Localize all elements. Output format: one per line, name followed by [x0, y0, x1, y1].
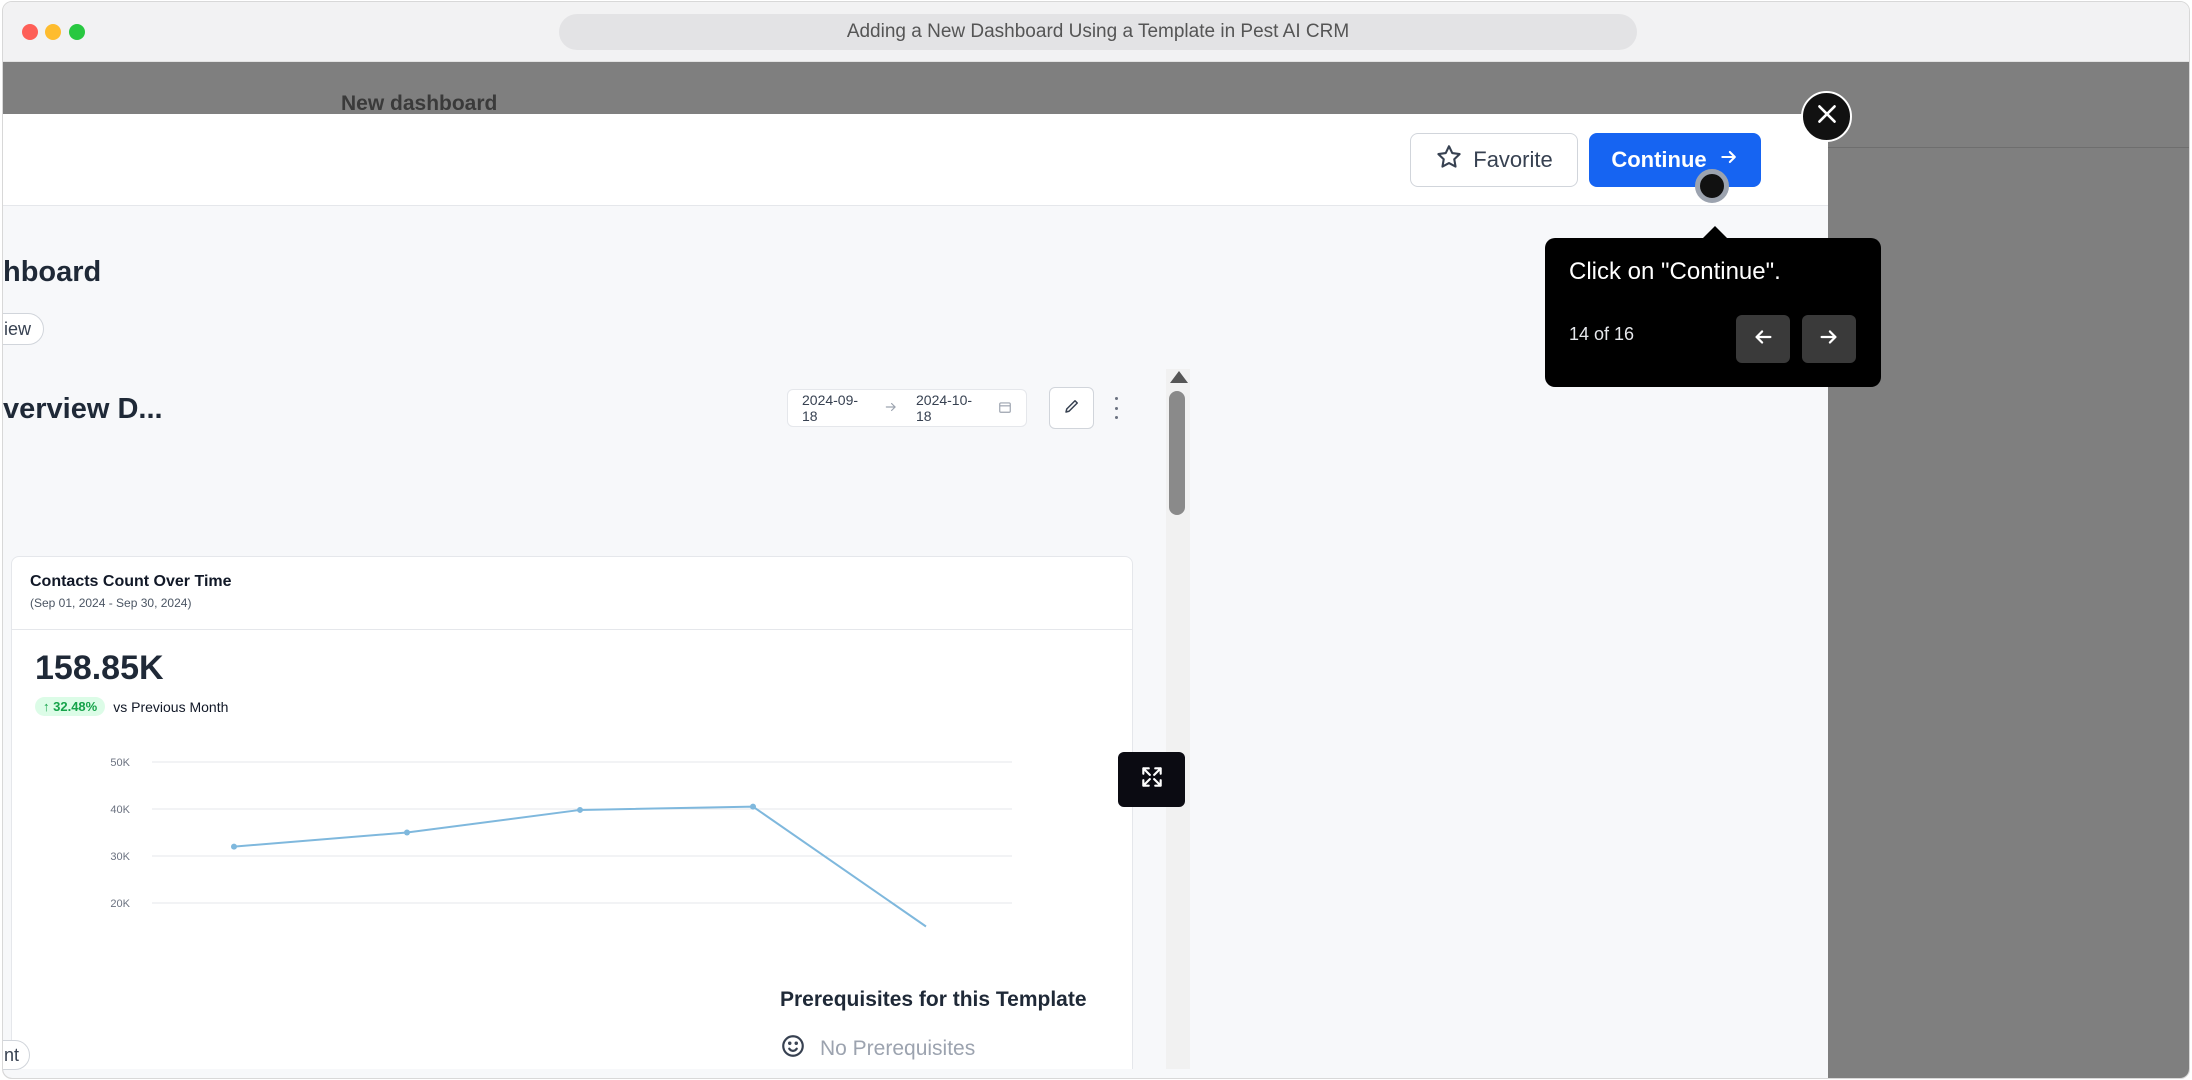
close-icon [1814, 101, 1840, 132]
title-bar: Adding a New Dashboard Using a Template … [3, 2, 2189, 62]
browser-window: Adding a New Dashboard Using a Template … [2, 1, 2190, 1079]
y-tick-label: 50K [110, 757, 130, 769]
y-tick-label: 40K [110, 804, 130, 816]
data-point [231, 843, 237, 850]
preview-dashboard-title: verview D... [3, 393, 163, 425]
template-tag: iew [3, 313, 45, 345]
edit-button[interactable] [1049, 387, 1094, 429]
delta-badge: ↑ 32.48% [35, 697, 106, 716]
card-title: Contacts Count Over Time [30, 573, 232, 590]
scroll-up-arrow-icon[interactable] [1170, 371, 1188, 383]
tooltip-next-button[interactable] [1802, 315, 1856, 363]
data-point [577, 806, 583, 813]
star-icon [1435, 143, 1463, 177]
prerequisites-text: No Prerequisites [820, 1037, 976, 1060]
minimize-window-dot[interactable] [45, 24, 61, 40]
template-title: hboard [3, 256, 102, 288]
arrow-right-icon [884, 400, 898, 417]
walkthrough-tooltip: Click on "Continue". 14 of 16 [1545, 226, 1881, 387]
line-chart: 50K 40K 30K 20K [110, 757, 1012, 928]
date-range-picker[interactable]: 2024-09-18 2024-10-18 [787, 389, 1027, 427]
tooltip-previous-button[interactable] [1736, 315, 1790, 363]
data-point [750, 803, 756, 810]
divider [1827, 147, 2189, 148]
preview-scrollbar[interactable] [1166, 369, 1190, 1069]
template-preview: verview D... 2024-09-18 2024-10-18 Conta… [3, 369, 1193, 1069]
smile-icon [780, 1033, 806, 1065]
continue-label: Continue [1611, 147, 1707, 172]
y-tick-label: 30K [110, 851, 130, 863]
maximize-window-dot[interactable] [69, 24, 85, 40]
fullscreen-button[interactable] [1118, 752, 1185, 807]
prerequisites-heading: Prerequisites for this Template [780, 988, 1087, 1011]
pencil-icon [1063, 397, 1081, 420]
modal-header: Favorite Continue [3, 114, 1828, 206]
series-line [233, 805, 927, 928]
expand-icon [1139, 764, 1165, 795]
favorite-label: Favorite [1473, 147, 1553, 172]
date-to: 2024-10-18 [916, 392, 973, 424]
favorite-button[interactable]: Favorite [1410, 133, 1578, 187]
continue-button[interactable]: Continue [1589, 133, 1761, 187]
y-tick-label: 20K [110, 898, 130, 910]
arrow-right-icon [1719, 147, 1739, 173]
arrow-right-icon [1818, 326, 1840, 353]
tooltip-text: Click on "Continue". [1569, 258, 1781, 285]
metric-value: 158.85K [35, 649, 164, 687]
calendar-icon [998, 400, 1012, 417]
window-title: Adding a New Dashboard Using a Template … [559, 14, 1637, 50]
delta-label: vs Previous Month [113, 698, 229, 715]
prerequisites-value: No Prerequisites [780, 1033, 975, 1065]
more-options-icon[interactable] [1111, 397, 1121, 419]
tooltip-step-count: 14 of 16 [1569, 324, 1635, 344]
date-from: 2024-09-18 [802, 392, 859, 424]
scrollbar-thumb[interactable] [1169, 391, 1185, 515]
background-page-title: New dashboard [341, 92, 498, 115]
card-subtitle: (Sep 01, 2024 - Sep 30, 2024) [30, 596, 192, 610]
click-indicator [1695, 169, 1729, 203]
arrow-left-icon [1752, 326, 1774, 353]
close-window-dot[interactable] [22, 24, 38, 40]
close-modal-button[interactable] [1801, 91, 1852, 142]
metric-delta: ↑ 32.48% vs Previous Month [35, 697, 228, 716]
data-point [404, 829, 410, 836]
